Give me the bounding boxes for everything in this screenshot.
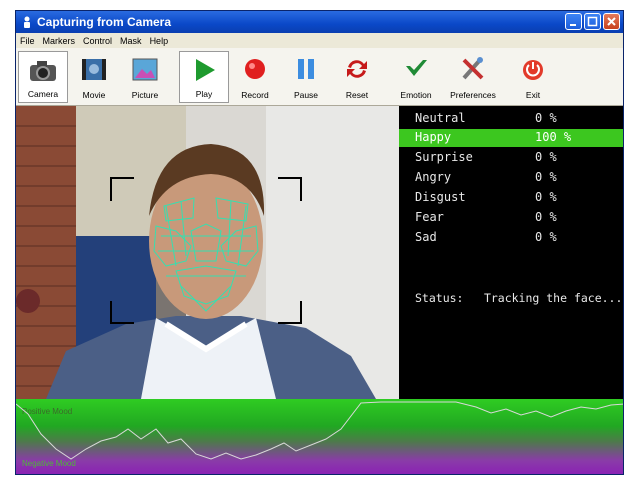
- power-icon: [523, 60, 543, 80]
- reset-label: Reset: [345, 90, 369, 100]
- app-window: Capturing from Camera File Markers Contr…: [15, 10, 624, 475]
- emotion-name: Neutral: [415, 111, 466, 125]
- pause-button[interactable]: Pause: [281, 51, 331, 103]
- play-button[interactable]: Play: [179, 51, 229, 103]
- emotion-value: 0 %: [535, 230, 557, 244]
- emotion-name: Sad: [415, 230, 437, 244]
- check-icon: [406, 60, 427, 76]
- mood-graph: Positive Mood Negative Mood: [16, 399, 623, 474]
- emotion-name: Disgust: [415, 190, 466, 204]
- emotion-value: 0 %: [535, 210, 557, 224]
- menu-mask[interactable]: Mask: [116, 36, 146, 46]
- camera-icon: [30, 61, 56, 81]
- close-icon: [607, 17, 616, 26]
- reset-icon: [347, 60, 367, 78]
- emotion-value: 100 %: [535, 130, 572, 144]
- emotion-value: 0 %: [535, 111, 557, 125]
- tools-icon: [462, 57, 484, 80]
- emotion-row-angry: Angry 0 %: [399, 169, 623, 187]
- picture-button[interactable]: Picture: [120, 51, 170, 103]
- emotion-row-sad: Sad 0 %: [399, 229, 623, 247]
- movie-label: Movie: [82, 90, 106, 100]
- minimize-button[interactable]: [565, 13, 582, 30]
- pause-icon: [298, 59, 314, 79]
- play-label: Play: [195, 89, 213, 99]
- status-label: Status:: [415, 291, 464, 305]
- record-button[interactable]: Record: [230, 51, 280, 103]
- play-icon: [196, 59, 215, 81]
- app-icon: [24, 16, 30, 28]
- toolbar: Camera Movie Picture Play Record Pause R…: [16, 48, 623, 106]
- emotion-button[interactable]: Emotion: [391, 51, 441, 103]
- menu-file[interactable]: File: [16, 36, 39, 46]
- tracking-status: Status: Tracking the face...: [415, 291, 622, 305]
- emotion-panel: Neutral 0 % Happy 100 % Surprise 0 % Ang…: [399, 106, 623, 399]
- movie-button[interactable]: Movie: [69, 51, 119, 103]
- movie-icon: [82, 59, 106, 80]
- title-bar[interactable]: Capturing from Camera: [16, 11, 623, 33]
- emotion-label: Emotion: [400, 90, 432, 100]
- pause-label: Pause: [293, 90, 319, 100]
- picture-icon: [132, 58, 158, 81]
- emotion-row-fear: Fear 0 %: [399, 209, 623, 227]
- emotion-name: Angry: [415, 170, 452, 184]
- camera-frame: [16, 106, 399, 399]
- emotion-row-surprise: Surprise 0 %: [399, 149, 623, 167]
- record-label: Record: [241, 90, 269, 100]
- emotion-row-happy: Happy 100 %: [399, 129, 623, 147]
- emotion-name: Fear: [415, 210, 444, 224]
- menu-bar: File Markers Control Mask Help: [16, 33, 623, 48]
- preferences-label: Preferences: [450, 90, 496, 100]
- emotion-row-neutral: Neutral 0 %: [399, 110, 623, 128]
- window-controls: [565, 13, 620, 30]
- camera-label: Camera: [27, 89, 59, 99]
- camera-view: [16, 106, 399, 399]
- maximize-button[interactable]: [584, 13, 601, 30]
- status-value: Tracking the face...: [483, 291, 623, 305]
- mood-line: [16, 401, 623, 460]
- preferences-button[interactable]: Preferences: [448, 51, 498, 103]
- menu-help[interactable]: Help: [146, 36, 173, 46]
- emotion-value: 0 %: [535, 170, 557, 184]
- menu-markers[interactable]: Markers: [39, 36, 80, 46]
- camera-button[interactable]: Camera: [18, 51, 68, 103]
- emotion-name: Surprise: [415, 150, 473, 164]
- reset-button[interactable]: Reset: [332, 51, 382, 103]
- window-title: Capturing from Camera: [37, 15, 172, 29]
- record-icon: [245, 59, 265, 79]
- close-button[interactable]: [603, 13, 620, 30]
- emotion-name: Happy: [415, 130, 452, 144]
- exit-button[interactable]: Exit: [508, 51, 558, 103]
- emotion-value: 0 %: [535, 150, 557, 164]
- emotion-value: 0 %: [535, 190, 557, 204]
- maximize-icon: [587, 16, 598, 27]
- exit-label: Exit: [525, 90, 541, 100]
- minimize-icon: [570, 24, 576, 26]
- emotion-row-disgust: Disgust 0 %: [399, 189, 623, 207]
- picture-label: Picture: [131, 90, 159, 100]
- menu-control[interactable]: Control: [79, 36, 116, 46]
